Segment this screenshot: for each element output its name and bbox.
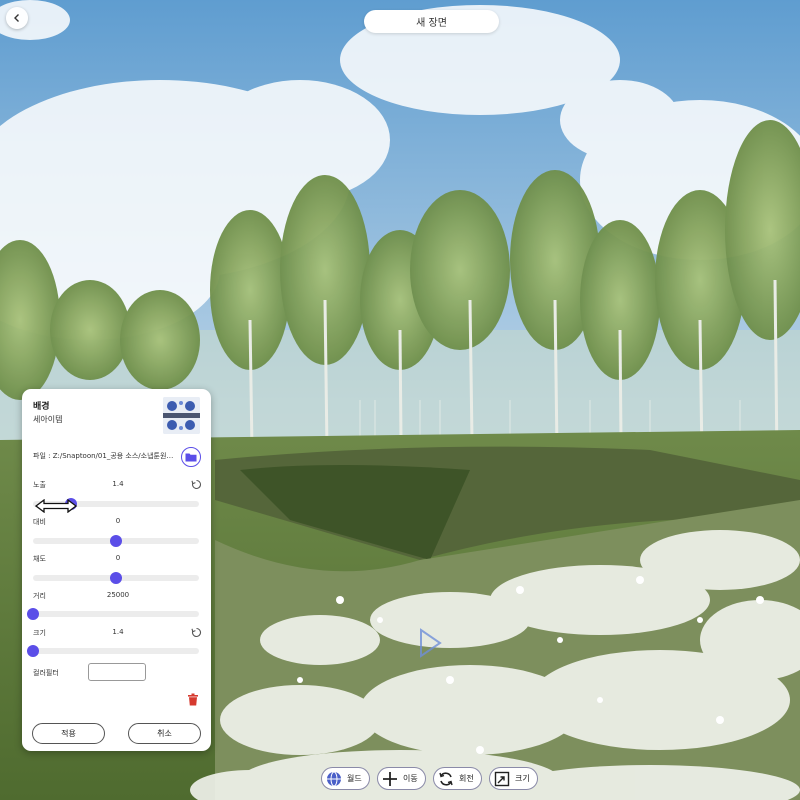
- slider-value-contrast: 0: [115, 517, 121, 525]
- slider-value-distance: 25000: [106, 591, 130, 599]
- toolbar-move-button[interactable]: 이동: [377, 767, 426, 790]
- slider-handle[interactable]: [27, 608, 39, 620]
- back-button[interactable]: [6, 7, 28, 29]
- reset-icon[interactable]: [191, 627, 202, 638]
- background-settings-panel: 배경 세아이템 파일 : Z:/Snaptoon/01_공용 소스/소냅툰원… …: [22, 389, 211, 751]
- scene-title[interactable]: 새 장면: [364, 10, 499, 33]
- panel-subtitle: 세아이템: [33, 415, 63, 424]
- toolbar-scale-label: 크기: [515, 774, 530, 783]
- folder-icon: [185, 453, 197, 462]
- slider-label-size: 크기: [33, 629, 46, 637]
- cancel-button[interactable]: 취소: [128, 723, 201, 744]
- slider-label-saturation: 채도: [33, 555, 46, 563]
- slider-value-saturation: 0: [115, 554, 121, 562]
- slider-handle[interactable]: [110, 572, 122, 584]
- slider-handle[interactable]: [110, 535, 122, 547]
- move-icon: [383, 771, 397, 786]
- reset-icon[interactable]: [191, 479, 202, 490]
- folder-open-button[interactable]: [181, 447, 201, 467]
- trash-icon[interactable]: [187, 693, 199, 706]
- toolbar-world-button[interactable]: 월드: [321, 767, 370, 790]
- toolbar-scale-button[interactable]: 크기: [489, 767, 538, 790]
- slider-size[interactable]: [27, 645, 199, 657]
- scale-icon: [494, 771, 510, 786]
- slider-saturation[interactable]: [33, 572, 199, 584]
- slider-label-contrast: 대비: [33, 518, 46, 526]
- panel-title: 배경: [33, 402, 50, 412]
- toolbar-rotate-label: 회전: [459, 774, 474, 783]
- slider-value-exposure: 1.4: [112, 480, 124, 488]
- color-filter-label: 컬러필터: [33, 669, 59, 677]
- slider-label-distance: 거리: [33, 592, 46, 600]
- rotate-icon: [439, 771, 453, 786]
- slider-contrast[interactable]: [33, 535, 199, 547]
- toolbar-rotate-button[interactable]: 회전: [433, 767, 482, 790]
- file-path: 파일 : Z:/Snaptoon/01_공용 소스/소냅툰원…: [33, 452, 174, 460]
- chevron-left-icon: [14, 14, 19, 22]
- slider-distance[interactable]: [27, 608, 199, 620]
- color-filter-swatch[interactable]: [88, 663, 146, 681]
- toolbar-move-label: 이동: [403, 774, 418, 783]
- apply-button[interactable]: 적용: [32, 723, 105, 744]
- background-thumbnail[interactable]: [163, 397, 200, 434]
- slider-value-size: 1.4: [112, 628, 124, 636]
- resize-cursor-icon: [35, 499, 77, 513]
- slider-handle[interactable]: [27, 645, 39, 657]
- slider-label-exposure: 노출: [33, 481, 46, 489]
- toolbar-world-label: 월드: [347, 774, 362, 783]
- globe-icon: [327, 771, 341, 786]
